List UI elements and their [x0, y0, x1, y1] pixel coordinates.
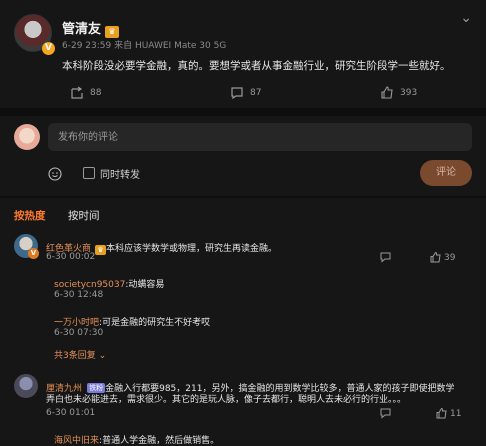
reply-item: societycn95037:动螨容易 — [54, 280, 165, 290]
reply-text: 可是金融的研究生不好考哎 — [102, 318, 211, 328]
repost-checkbox[interactable] — [83, 167, 95, 179]
comment-text-continued: 弄白也未必能进去，需求很少。其它的是玩人脉，像子去都行，聪明人去未必行的行业。。… — [46, 395, 407, 405]
tab-sort-hot[interactable]: 按热度 — [14, 208, 46, 223]
reply-icon — [380, 408, 391, 419]
reply-author[interactable]: 一万小时吧 — [54, 318, 99, 328]
crown-icon: ♛ — [105, 26, 120, 38]
reply-author[interactable]: 海风中旧来 — [54, 436, 99, 446]
reply-button[interactable] — [380, 408, 391, 419]
reply-time: 6-30 07:30 — [54, 328, 104, 338]
repost-label: 同时转发 — [100, 170, 140, 181]
reply-button[interactable] — [380, 252, 391, 263]
reply-item: 一万小时吧:可是金融的研究生不好考哎 — [54, 318, 211, 328]
author-name[interactable]: 管清友 ♛ — [62, 18, 120, 38]
more-replies-link[interactable]: 共3条回复 ⌄ — [54, 348, 106, 361]
reply-text: 普通人学金融，然后做销售。 — [102, 436, 220, 446]
repost-count: 88 — [90, 88, 102, 98]
comment-icon — [231, 87, 243, 100]
verified-badge-icon: V — [42, 42, 55, 55]
post-meta: 6-29 23:59 来自 HUAWEI Mate 30 5G — [62, 41, 227, 51]
tab-sort-time[interactable]: 按时间 — [68, 208, 100, 223]
comment-button[interactable]: 87 — [230, 86, 261, 100]
post-text: 本科阶段没必要学金融，真的。要想学或者从事金融行业，研究生阶段学一些就好。 — [62, 60, 451, 72]
comment-like-count: 11 — [450, 408, 462, 419]
reply-time: 6-30 12:48 — [54, 290, 104, 300]
chevron-down-icon: ⌄ — [95, 351, 107, 361]
like-button[interactable]: 393 — [380, 86, 417, 100]
commenter-avatar[interactable] — [14, 374, 38, 398]
thumbs-up-icon — [381, 86, 393, 99]
comment-like-button[interactable]: 11 — [436, 408, 461, 419]
comment-count: 87 — [250, 88, 262, 98]
author-name-text: 管清友 — [62, 22, 102, 37]
comment-time: 6-30 00:02 — [46, 252, 96, 262]
chevron-down-icon[interactable]: ⌄ — [460, 10, 472, 26]
repost-icon — [71, 86, 83, 99]
comment-input[interactable] — [48, 123, 472, 151]
comment-like-count: 39 — [444, 252, 456, 263]
send-comment-button[interactable]: 评论 — [420, 160, 472, 186]
emoji-icon[interactable] — [48, 167, 62, 181]
section-divider — [0, 196, 486, 198]
crown-icon: ♛ — [95, 245, 107, 255]
reply-item: 海风中旧来:普通人学金融，然后做销售。 — [54, 436, 220, 446]
comment-time: 6-30 01:01 — [46, 408, 96, 418]
reply-text: 动螨容易 — [128, 280, 165, 290]
comment-text: 本科应该学数学或物理，研究生再读金融。 — [106, 244, 278, 254]
reply-icon — [380, 252, 391, 263]
thumbs-up-icon — [430, 252, 441, 263]
comment-like-button[interactable]: 39 — [430, 252, 455, 263]
reply-author[interactable]: societycn95037 — [54, 280, 125, 290]
like-count: 393 — [400, 88, 418, 98]
post-stats: 88 87 393 — [0, 86, 486, 100]
section-divider — [0, 108, 486, 116]
more-replies-label: 共3条回复 — [54, 351, 96, 361]
thumbs-up-icon — [436, 408, 447, 419]
member-badge-icon: V — [28, 248, 39, 259]
my-avatar — [14, 124, 40, 150]
repost-button[interactable]: 88 — [70, 86, 101, 100]
